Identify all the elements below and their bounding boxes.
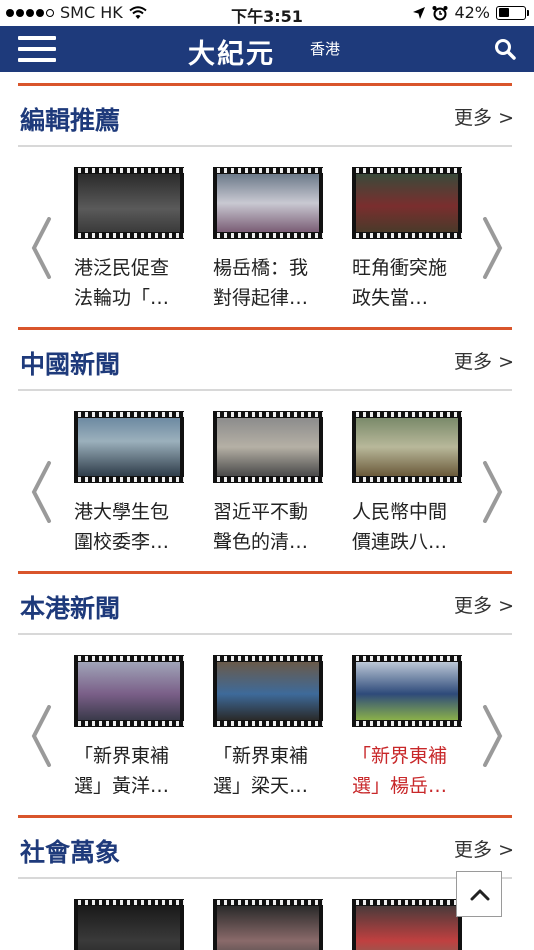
headline-line-1: 楊岳橋：我 (213, 257, 309, 279)
carousel-prev-icon[interactable] (30, 217, 52, 279)
news-card[interactable]: 「新界東補選」梁天… (213, 655, 323, 801)
section-divider (18, 145, 512, 147)
headline-line-2: 選」楊岳… (352, 775, 448, 797)
more-link[interactable]: 更多 > (454, 103, 514, 130)
news-section: 社會萬象 更多 > (0, 815, 534, 950)
carousel-next-icon[interactable] (482, 461, 504, 523)
news-headline[interactable]: 楊岳橋：我對得起律… (213, 253, 325, 313)
more-link[interactable]: 更多 > (454, 835, 514, 862)
battery-icon (496, 5, 529, 20)
site-logo[interactable]: 大紀元 (188, 32, 275, 71)
headline-line-2: 對得起律… (213, 287, 309, 309)
news-card[interactable]: 旺角衝突施政失當… (352, 167, 462, 313)
news-card[interactable]: 「新界東補選」楊岳… (352, 655, 462, 801)
section-divider-accent (18, 327, 512, 330)
search-icon[interactable] (494, 38, 516, 60)
news-section: 編輯推薦 更多 > 港泛民促查法輪功「… 楊岳橋：我對得起律… 旺角衝突施政失當… (0, 83, 534, 327)
news-thumbnail (352, 167, 462, 239)
battery-percent: 42% (454, 3, 490, 22)
news-card[interactable]: 習近平不動聲色的清… (213, 411, 323, 557)
news-thumbnail (213, 411, 323, 483)
section-divider-accent (18, 83, 512, 86)
news-headline[interactable]: 「新界東補選」楊岳… (352, 741, 464, 801)
carousel-next-icon[interactable] (482, 217, 504, 279)
section-title[interactable]: 編輯推薦 (20, 101, 120, 137)
news-card[interactable]: 港泛民促查法輪功「… (74, 167, 184, 313)
news-headline[interactable]: 人民幣中間價連跌八… (352, 497, 464, 557)
headline-line-1: 旺角衝突施 (352, 257, 448, 279)
headline-line-1: 人民幣中間 (352, 501, 448, 523)
news-section: 中國新聞 更多 > 港大學生包圍校委李… 習近平不動聲色的清… 人民幣中間價連跌八… (0, 327, 534, 571)
news-headline[interactable]: 旺角衝突施政失當… (352, 253, 464, 313)
news-thumbnail (74, 167, 184, 239)
region-label: 香港 (310, 40, 341, 58)
news-thumbnail (352, 655, 462, 727)
scroll-to-top-button[interactable] (456, 871, 502, 917)
news-thumbnail[interactable] (352, 899, 462, 950)
menu-icon[interactable] (18, 36, 56, 62)
headline-line-1: 習近平不動 (213, 501, 309, 523)
chevron-up-icon (470, 889, 490, 901)
news-headline[interactable]: 「新界東補選」梁天… (213, 741, 325, 801)
headline-line-1: 「新界東補 (74, 745, 170, 767)
headline-line-2: 法輪功「… (74, 287, 170, 309)
news-headline[interactable]: 港大學生包圍校委李… (74, 497, 186, 557)
headline-line-2: 聲色的清… (213, 531, 309, 553)
alarm-clock-icon (432, 5, 448, 20)
section-divider (18, 877, 512, 879)
top-nav-bar: 大紀元 香港 (0, 26, 534, 72)
news-thumbnail (352, 411, 462, 483)
headline-line-1: 「新界東補 (352, 745, 448, 767)
news-thumbnail (74, 655, 184, 727)
carousel-prev-icon[interactable] (30, 461, 52, 523)
section-title[interactable]: 社會萬象 (20, 833, 120, 869)
news-card[interactable]: 人民幣中間價連跌八… (352, 411, 462, 557)
more-link[interactable]: 更多 > (454, 347, 514, 374)
section-divider-accent (18, 815, 512, 818)
headline-line-2: 選」梁天… (213, 775, 309, 797)
news-thumbnail (74, 411, 184, 483)
headline-line-2: 圍校委李… (74, 531, 170, 553)
location-arrow-icon (413, 6, 426, 19)
headline-line-2: 價連跌八… (352, 531, 448, 553)
headline-line-1: 港大學生包 (74, 501, 170, 523)
news-thumbnail (213, 655, 323, 727)
section-title[interactable]: 本港新聞 (20, 589, 120, 625)
carousel-next-icon[interactable] (482, 705, 504, 767)
news-section: 本港新聞 更多 > 「新界東補 選」黃洋… 「新界東補 選」梁天… 「新界東補 選」楊岳… (0, 571, 534, 815)
news-card[interactable]: 港大學生包圍校委李… (74, 411, 184, 557)
section-title[interactable]: 中國新聞 (20, 345, 120, 381)
news-thumbnail[interactable] (213, 899, 323, 950)
headline-line-2: 選」黃洋… (74, 775, 170, 797)
news-headline[interactable]: 「新界東補選」黃洋… (74, 741, 186, 801)
headline-line-1: 港泛民促查 (74, 257, 170, 279)
news-thumbnail (213, 167, 323, 239)
status-bar: SMC HK 下午3:51 42% (0, 0, 534, 26)
news-thumbnail[interactable] (74, 899, 184, 950)
section-divider (18, 633, 512, 635)
headline-line-1: 「新界東補 (213, 745, 309, 767)
news-card[interactable]: 楊岳橋：我對得起律… (213, 167, 323, 313)
news-headline[interactable]: 習近平不動聲色的清… (213, 497, 325, 557)
section-divider (18, 389, 512, 391)
news-headline[interactable]: 港泛民促查法輪功「… (74, 253, 186, 313)
headline-line-2: 政失當… (352, 287, 429, 309)
carousel-prev-icon[interactable] (30, 705, 52, 767)
news-card[interactable]: 「新界東補選」黃洋… (74, 655, 184, 801)
section-divider-accent (18, 571, 512, 574)
more-link[interactable]: 更多 > (454, 591, 514, 618)
